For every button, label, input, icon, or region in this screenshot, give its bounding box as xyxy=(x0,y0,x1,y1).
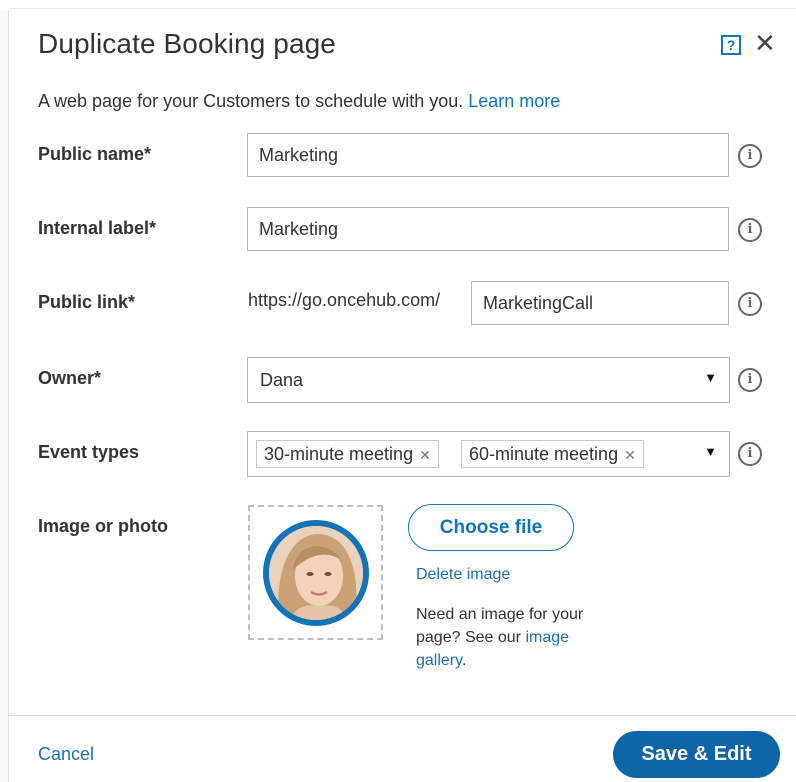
public-link-label: Public link* xyxy=(38,292,136,312)
event-type-chip: 60-minute meeting ✕ xyxy=(461,440,644,468)
cancel-link[interactable]: Cancel xyxy=(38,744,94,765)
remove-chip-icon[interactable]: ✕ xyxy=(419,447,431,463)
event-types-select[interactable]: 30-minute meeting ✕ 60-minute meeting ✕ ▼ xyxy=(247,431,730,477)
image-label: Image or photo xyxy=(38,516,168,536)
public-link-input[interactable] xyxy=(471,281,729,325)
owner-selected-value: Dana xyxy=(260,370,304,390)
public-link-prefix: https://go.oncehub.com/ xyxy=(248,290,441,310)
owner-info-icon[interactable]: i xyxy=(738,368,762,392)
event-types-info-icon[interactable]: i xyxy=(738,442,762,466)
dialog-title: Duplicate Booking page xyxy=(38,28,336,59)
public-name-input[interactable] xyxy=(247,133,729,177)
footer-divider xyxy=(9,715,796,716)
public-link-info-icon[interactable]: i xyxy=(738,292,762,316)
top-edge xyxy=(9,8,796,9)
close-icon[interactable]: ✕ xyxy=(754,29,776,57)
delete-image-link[interactable]: Delete image xyxy=(416,566,510,584)
internal-label-label: Internal label* xyxy=(38,218,157,238)
owner-label: Owner* xyxy=(38,368,102,388)
event-type-chip: 30-minute meeting ✕ xyxy=(256,440,439,468)
gallery-note-end: . xyxy=(461,652,467,669)
dropdown-arrow-icon: ▼ xyxy=(704,444,717,459)
chip-label: 60-minute meeting xyxy=(469,444,619,464)
left-edge xyxy=(0,10,9,782)
internal-label-info-icon[interactable]: i xyxy=(738,218,762,242)
owner-select[interactable]: Dana ▼ xyxy=(247,357,730,403)
learn-more-link[interactable]: Learn more xyxy=(468,91,560,111)
save-edit-button[interactable]: Save & Edit xyxy=(613,731,780,778)
event-types-label: Event types xyxy=(38,442,140,462)
description-text: A web page for your Customers to schedul… xyxy=(38,91,464,111)
dialog-description: A web page for your Customers to schedul… xyxy=(38,91,560,112)
help-icon[interactable]: ? xyxy=(721,35,741,55)
avatar-photo xyxy=(269,526,363,620)
duplicate-booking-dialog: Duplicate Booking page ? ✕ A web page fo… xyxy=(0,0,796,782)
choose-file-button[interactable]: Choose file xyxy=(408,504,574,551)
public-name-label: Public name* xyxy=(38,144,152,164)
image-gallery-note: Need an image for your page? See our ima… xyxy=(416,603,586,672)
avatar xyxy=(263,520,369,626)
image-drop-area[interactable] xyxy=(248,505,383,640)
internal-label-input[interactable] xyxy=(247,207,729,251)
chip-label: 30-minute meeting xyxy=(264,444,414,464)
remove-chip-icon[interactable]: ✕ xyxy=(624,447,636,463)
public-name-info-icon[interactable]: i xyxy=(738,144,762,168)
dropdown-arrow-icon: ▼ xyxy=(704,370,717,385)
